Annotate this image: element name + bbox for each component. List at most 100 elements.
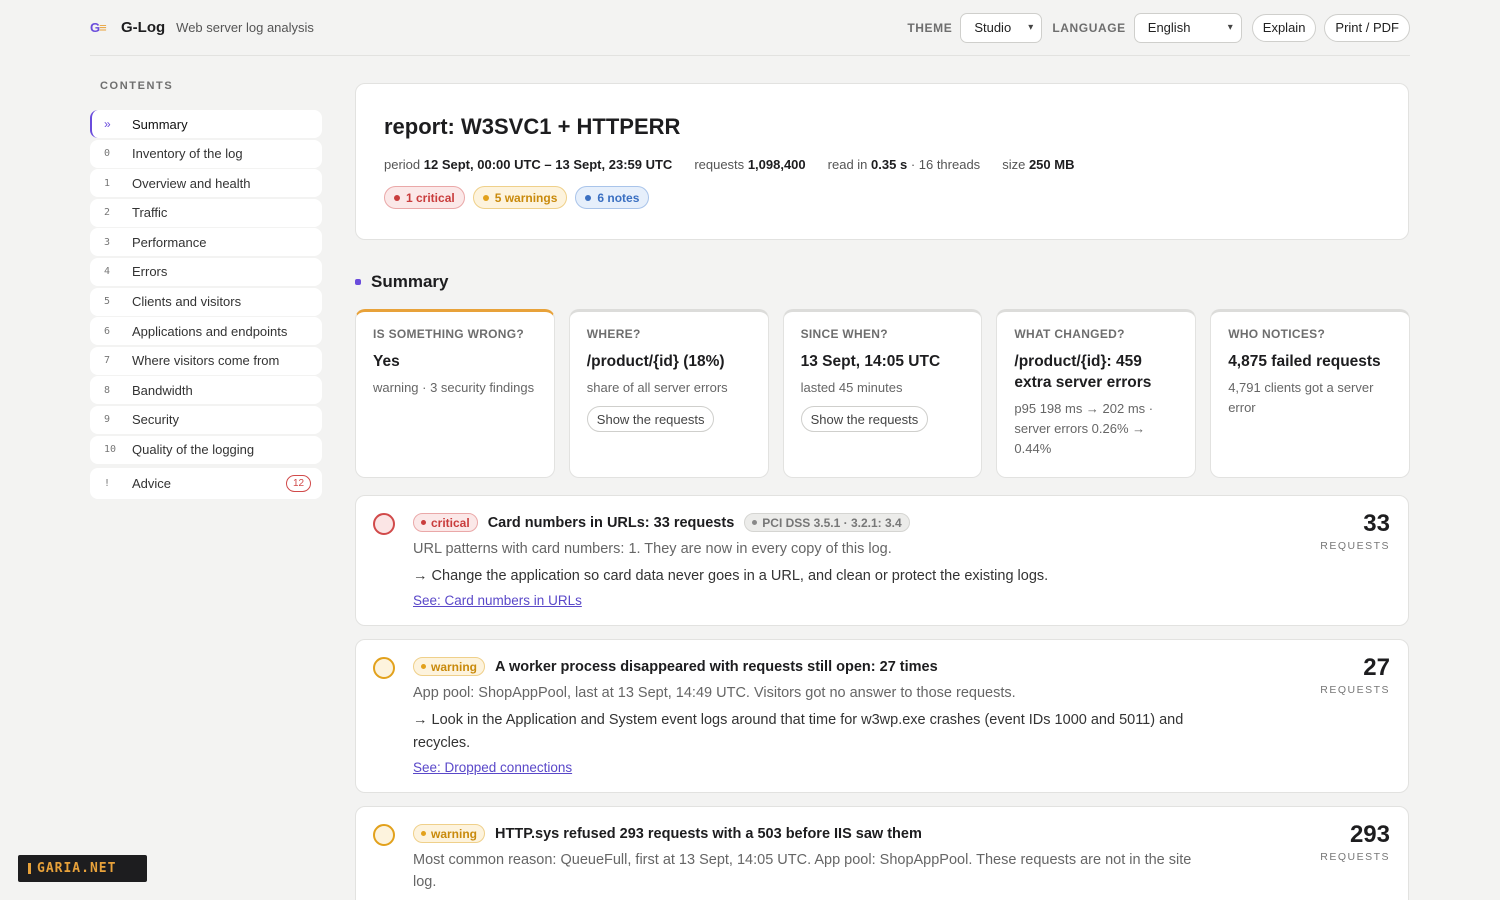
warning-status-icon [373,657,395,679]
sidebar-item-label: Applications and endpoints [132,323,288,339]
report-title: report: W3SVC1 + HTTPERR [384,114,681,139]
sidebar-item-label: Errors [132,264,168,280]
card-answer: 4,875 failed requests [1228,353,1381,370]
summary-card-notices: WHO NOTICES? 4,875 failed requests 4,791… [1210,309,1410,478]
critical-pill[interactable]: 1 critical [384,186,465,209]
finding-card: warning A worker process disappeared wit… [355,639,1409,793]
sidebar-item-advice[interactable]: ! Advice 12 [90,467,322,499]
report-card: report: W3SVC1 + HTTPERR period 12 Sept,… [355,83,1409,240]
sidebar-item-label: Bandwidth [132,382,193,398]
advice-count-badge: 12 [286,474,311,492]
sidebar-item-clients[interactable]: 5 Clients and visitors [90,287,322,316]
card-detail: p95 198 ms → 202 ms · server errors 0.26… [1014,401,1154,456]
period-meta: period 12 Sept, 00:00 UTC – 13 Sept, 23:… [384,157,673,172]
read-meta: read in 0.35 s · 16 threads [827,157,981,172]
card-question: WHO NOTICES? [1228,327,1326,341]
finding-card: critical Card numbers in URLs: 33 reques… [355,495,1409,626]
nav-number: ! [104,477,111,489]
nav-number: 3 [104,236,111,248]
sidebar-item-traffic[interactable]: 2 Traffic [90,198,322,227]
finding-description: URL patterns with card numbers: 1. They … [413,541,892,557]
warning-status-icon [373,824,395,846]
nav-number: » [104,117,111,131]
warnings-pill[interactable]: 5 warnings [472,186,568,209]
sidebar-item-bandwidth[interactable]: 8 Bandwidth [90,376,322,405]
finding-action: → Look in the Application and System eve… [413,712,1184,751]
notes-pill[interactable]: 6 notes [575,186,650,209]
show-requests-button[interactable]: Show the requests [800,406,929,432]
theme-label: THEME [907,20,953,35]
size-meta: size 250 MB [1002,157,1075,172]
sidebar-item-label: Advice [132,475,172,491]
watermark-logo: GARIA.NET [18,855,147,882]
section-marker-icon [355,279,361,285]
nav-number: 9 [104,414,111,426]
app-logo: G≡ G-Log Web server log analysis [90,19,314,36]
explain-button[interactable]: Explain [1251,13,1317,42]
count-value: 33 [1363,510,1390,537]
sidebar-item-applications[interactable]: 6 Applications and endpoints [90,317,322,346]
card-detail: lasted 45 minutes [800,380,903,395]
count-value: 27 [1363,654,1390,681]
finding-link[interactable]: See: Card numbers in URLs [413,593,582,608]
card-question: IS SOMETHING WRONG? [373,327,525,341]
sidebar-item-label: Performance [132,234,207,250]
card-detail: share of all server errors [586,380,728,395]
card-answer: /product/{id} (18%) [586,353,725,370]
nav-number: 4 [104,266,111,278]
sidebar-item-performance[interactable]: 3 Performance [90,228,322,257]
card-detail: warning · 3 security findings [373,380,535,395]
nav-number: 8 [104,384,111,396]
summary-card-since: SINCE WHEN? 13 Sept, 14:05 UTC lasted 45… [782,309,983,478]
summary-heading: Summary [355,272,448,292]
language-value: English [1147,20,1191,35]
chevron-down-icon: ▾ [1028,22,1034,33]
sidebar-item-label: Clients and visitors [132,294,242,310]
finding-description: App pool: ShopAppPool, last at 13 Sept, … [413,685,1016,701]
finding-action: → Change the application so card data ne… [413,568,1049,584]
finding-title: Card numbers in URLs: 33 requests [487,514,735,531]
summary-card-wrong: IS SOMETHING WRONG? Yes warning · 3 secu… [355,309,555,478]
card-answer: Yes [373,353,400,370]
summary-card-changed: WHAT CHANGED? /product/{id}: 459 extra s… [996,309,1197,478]
sidebar-item-label: Inventory of the log [132,146,243,162]
finding-description: Most common reason: QueueFull, first at … [413,852,1192,890]
card-question: SINCE WHEN? [800,327,888,341]
summary-card-where: WHERE? /product/{id} (18%) share of all … [568,309,769,478]
sidebar-item-errors[interactable]: 4 Errors [90,257,322,286]
finding-count: 293 REQUESTS [1320,821,1390,863]
sidebar-item-inventory[interactable]: 0 Inventory of the log [90,139,322,168]
dot-icon [394,194,400,201]
sidebar-item-overview[interactable]: 1 Overview and health [90,169,322,198]
finding-link[interactable]: See: Dropped connections [413,760,572,775]
finding-card: warning HTTP.sys refused 293 requests wi… [355,806,1409,900]
sidebar-item-referrers[interactable]: 7 Where visitors come from [90,346,322,375]
contents-heading: CONTENTS [100,80,174,92]
warning-tag: warning [413,657,486,676]
app-subtitle: Web server log analysis [176,20,314,35]
report-meta: period 12 Sept, 00:00 UTC – 13 Sept, 23:… [384,157,1380,172]
sidebar-item-label: Security [132,412,179,428]
language-label: LANGUAGE [1052,20,1126,35]
nav-number: 10 [104,444,117,456]
nav-number: 0 [104,148,111,160]
sidebar-item-logging-quality[interactable]: 10 Quality of the logging [90,435,322,464]
dot-icon [585,194,592,201]
sidebar-item-label: Quality of the logging [132,442,255,458]
card-question: WHAT CHANGED? [1014,327,1125,341]
sidebar-item-security[interactable]: 9 Security [90,405,322,434]
print-pdf-button[interactable]: Print / PDF [1324,13,1410,42]
theme-select[interactable]: Studio ▾ [960,12,1043,43]
card-answer: /product/{id}: 459 extra server errors [1014,353,1152,391]
sidebar-item-label: Overview and health [132,175,251,191]
card-answer: 13 Sept, 14:05 UTC [800,353,941,370]
theme-value: Studio [974,20,1012,35]
language-select[interactable]: English ▾ [1133,12,1242,43]
sidebar-item-label: Summary [132,116,188,132]
sidebar-item-summary[interactable]: » Summary [90,110,322,138]
sidebar-nav: » Summary 0 Inventory of the log 1 Overv… [90,110,322,500]
severity-pills: 1 critical 5 warnings 6 notes [384,186,1380,209]
dot-icon [482,194,489,201]
app-name: G-Log [121,19,166,36]
show-requests-button[interactable]: Show the requests [586,406,715,432]
